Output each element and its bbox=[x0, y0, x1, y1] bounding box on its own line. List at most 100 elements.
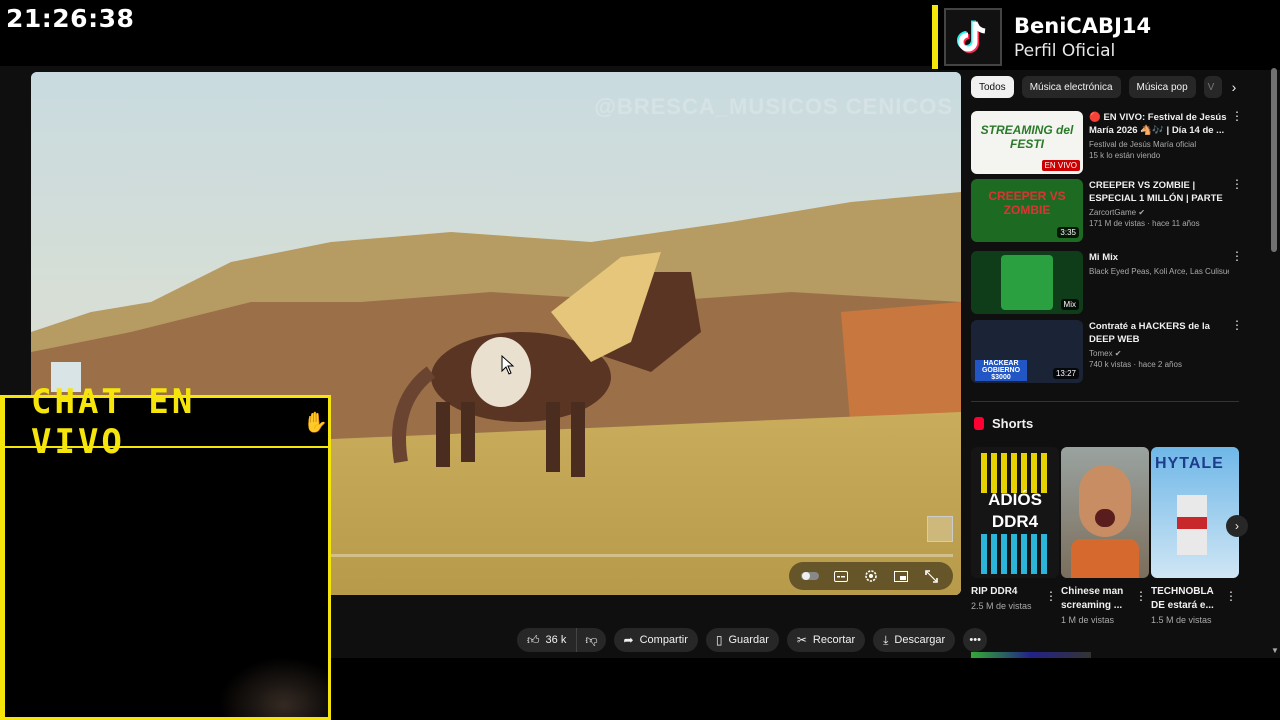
profile-subtitle: Perfil Oficial bbox=[1014, 40, 1116, 61]
video-title[interactable]: Contraté a HACKERS de la DEEP WEB bbox=[1089, 320, 1229, 346]
short-views: 1.5 M de vistas bbox=[1151, 615, 1212, 625]
channel-name[interactable]: ZarcortGame ✔ bbox=[1089, 208, 1229, 217]
stream-clock: 21:26:38 bbox=[6, 4, 135, 33]
more-vertical-icon[interactable]: ⋮ bbox=[1231, 319, 1243, 384]
tiktok-icon bbox=[944, 8, 1002, 66]
recommendation-item[interactable]: CREEPER VS ZOMBIE 3:35 CREEPER VS ZOMBIE… bbox=[971, 178, 1246, 243]
short-thumbnail-text: ADIÓS DDR4 bbox=[988, 490, 1042, 531]
view-count: 15 k lo están viendo bbox=[1089, 151, 1161, 160]
short-item[interactable]: ADIÓS DDR4 RIP DDR4 2.5 M de vistas ⋮ bbox=[971, 447, 1059, 611]
thumbnail-text: HACKEAR GOBIERNO $3000 bbox=[975, 360, 1027, 381]
miniplayer-icon[interactable] bbox=[892, 567, 910, 585]
short-title[interactable]: TECHNOBLA DE estará e... bbox=[1151, 585, 1225, 613]
scissors-icon: ✂ bbox=[796, 633, 807, 647]
thumbs-down-icon: 👎︎ bbox=[585, 632, 598, 647]
profile-handle: BeniCABJ14 bbox=[1014, 13, 1152, 38]
shirt-graphic bbox=[1071, 539, 1139, 578]
short-thumbnail-text: HYTALE bbox=[1155, 455, 1224, 472]
shorts-logo-icon bbox=[974, 417, 984, 430]
duration-badge: 13:27 bbox=[1052, 368, 1079, 379]
ram-graphic bbox=[981, 453, 1049, 493]
video-title[interactable]: Mi Mix bbox=[1089, 251, 1229, 264]
video-actions: 👍︎ 36 k 👎︎ ➦ Compartir ▯ Guardar ✂ Recor… bbox=[517, 628, 988, 652]
share-arrow-icon: ➦ bbox=[623, 633, 634, 647]
like-button[interactable]: 👍︎ 36 k bbox=[517, 628, 578, 652]
chip-pop-music[interactable]: Música pop bbox=[1128, 76, 1196, 98]
chip-todos[interactable]: Todos bbox=[971, 76, 1014, 98]
save-button[interactable]: ▯ Guardar bbox=[705, 628, 779, 652]
video-thumbnail[interactable]: STREAMING del FESTI EN VIVO bbox=[971, 111, 1083, 174]
fullscreen-icon[interactable] bbox=[923, 567, 941, 585]
video-title[interactable]: CREEPER VS ZOMBIE | ESPECIAL 1 MILLÓN | … bbox=[1089, 179, 1229, 205]
recommendation-item[interactable]: STREAMING del FESTI EN VIVO 🔴 EN VIVO: F… bbox=[971, 110, 1246, 175]
subtitles-icon[interactable] bbox=[832, 567, 850, 585]
channel-watermark-icon[interactable] bbox=[927, 516, 953, 542]
video-thumbnail[interactable]: CREEPER VS ZOMBIE 3:35 bbox=[971, 179, 1083, 242]
mouse-cursor-icon bbox=[501, 355, 515, 375]
short-item[interactable]: HYTALE TECHNOBLA DE estará e... 1.5 M de… bbox=[1151, 447, 1239, 625]
short-title[interactable]: RIP DDR4 bbox=[971, 585, 1045, 599]
chat-background-glow bbox=[218, 657, 328, 717]
scroll-down-arrow-icon[interactable]: ▼ bbox=[1271, 646, 1279, 655]
accent-bar bbox=[932, 5, 938, 69]
mix-art bbox=[1001, 255, 1053, 310]
more-vertical-icon[interactable]: ⋮ bbox=[1231, 178, 1243, 243]
chip-truncated[interactable]: V bbox=[1203, 76, 1222, 98]
short-thumbnail[interactable] bbox=[1061, 447, 1149, 578]
mouth-graphic bbox=[1095, 509, 1115, 527]
live-chat-overlay: CHAT EN VIVO ✋ bbox=[0, 382, 331, 720]
shorts-header: Shorts bbox=[974, 416, 1033, 431]
chevron-right-icon[interactable]: › bbox=[1232, 79, 1237, 95]
channel-name[interactable]: Festival de Jesús María oficial bbox=[1089, 140, 1229, 149]
download-button[interactable]: ⤓ Descargar bbox=[873, 628, 956, 652]
thumbs-up-icon: 👍︎ bbox=[527, 632, 540, 647]
chip-electronic-music[interactable]: Música electrónica bbox=[1021, 76, 1121, 98]
video-title[interactable]: 🔴 EN VIVO: Festival de Jesús María 2026 … bbox=[1089, 111, 1229, 137]
sidebar-scrollbar[interactable] bbox=[1271, 68, 1277, 252]
like-dislike-group: 👍︎ 36 k 👎︎ bbox=[517, 628, 606, 652]
short-thumbnail[interactable]: ADIÓS DDR4 bbox=[971, 447, 1059, 578]
short-title[interactable]: Chinese man screaming ... bbox=[1061, 585, 1135, 613]
more-vertical-icon[interactable]: ⋮ bbox=[1231, 250, 1243, 315]
short-item[interactable]: Chinese man screaming ... 1 M de vistas … bbox=[1061, 447, 1149, 625]
player-controls bbox=[789, 562, 953, 590]
more-vertical-icon[interactable]: ⋮ bbox=[1135, 589, 1147, 603]
recommendation-item[interactable]: Mix Mi Mix Black Eyed Peas, Koli Arce, L… bbox=[971, 250, 1246, 315]
channel-name[interactable]: Tomex ✔ bbox=[1089, 349, 1229, 358]
mix-badge: Mix bbox=[1060, 299, 1079, 310]
shorts-next-button[interactable]: › bbox=[1226, 515, 1248, 537]
chevron-right-icon: › bbox=[1235, 519, 1239, 533]
clip-label: Recortar bbox=[812, 634, 856, 646]
video-watermark: @BRESCA_MUSICOS CENICOS bbox=[594, 94, 953, 119]
next-item-peek bbox=[971, 652, 1091, 658]
recommendation-item[interactable]: HACKEAR GOBIERNO $3000 13:27 Contraté a … bbox=[971, 319, 1246, 384]
more-vertical-icon[interactable]: ⋮ bbox=[1231, 110, 1243, 175]
more-actions-button[interactable]: ••• bbox=[963, 628, 988, 652]
bookmark-icon: ▯ bbox=[715, 633, 723, 647]
clip-button[interactable]: ✂ Recortar bbox=[786, 628, 866, 652]
ram-graphic-blue bbox=[981, 534, 1049, 574]
chat-header: CHAT EN VIVO ✋ bbox=[5, 382, 328, 462]
mix-thumbnail[interactable]: Mix bbox=[971, 251, 1083, 314]
settings-gear-icon[interactable] bbox=[862, 567, 880, 585]
section-divider bbox=[971, 401, 1239, 402]
duration-badge: 3:35 bbox=[1057, 227, 1079, 238]
dislike-button[interactable]: 👎︎ bbox=[577, 628, 606, 652]
hand-icon: ✋ bbox=[303, 411, 328, 434]
more-vertical-icon[interactable]: ⋮ bbox=[1225, 589, 1237, 603]
more-vertical-icon[interactable]: ⋮ bbox=[1045, 589, 1057, 603]
short-thumbnail[interactable]: HYTALE bbox=[1151, 447, 1239, 578]
share-label: Compartir bbox=[639, 634, 688, 646]
share-button[interactable]: ➦ Compartir bbox=[613, 628, 698, 652]
chat-title: CHAT EN VIVO bbox=[31, 382, 196, 462]
profile-overlay: BeniCABJ14 Perfil Oficial bbox=[932, 4, 1280, 70]
download-label: Descargar bbox=[894, 634, 946, 646]
channel-name[interactable]: Black Eyed Peas, Koli Arce, Las Culisuel… bbox=[1089, 267, 1229, 276]
character-band bbox=[1177, 517, 1207, 529]
filter-chips: Todos Música electrónica Música pop V › bbox=[971, 76, 1236, 98]
video-thumbnail[interactable]: HACKEAR GOBIERNO $3000 13:27 bbox=[971, 320, 1083, 383]
live-badge: EN VIVO bbox=[1041, 160, 1080, 171]
autoplay-toggle[interactable] bbox=[801, 567, 820, 585]
download-icon: ⤓ bbox=[883, 632, 889, 647]
progress-bar[interactable] bbox=[331, 554, 953, 557]
